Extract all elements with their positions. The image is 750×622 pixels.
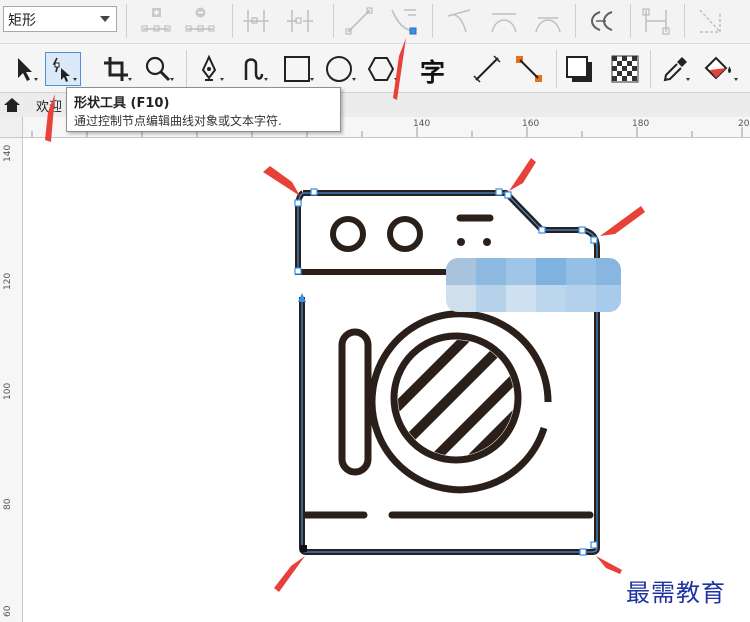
indicator-dot (457, 238, 465, 246)
watermark-text: 最需教育 (626, 579, 726, 607)
indicator-dot (483, 238, 491, 246)
knob (330, 216, 366, 252)
blurred-watermark-region (446, 258, 621, 312)
tooltip-description: 通过控制节点编辑曲线对象或文本字符. (74, 114, 282, 128)
tooltip-title: 形状工具 (F10) (74, 96, 170, 111)
selected-node[interactable] (300, 545, 307, 552)
door-handle (338, 328, 372, 476)
knob (387, 216, 423, 252)
shape-tool-tooltip: 形状工具 (F10) 通过控制节点编辑曲线对象或文本字符. (66, 87, 341, 132)
